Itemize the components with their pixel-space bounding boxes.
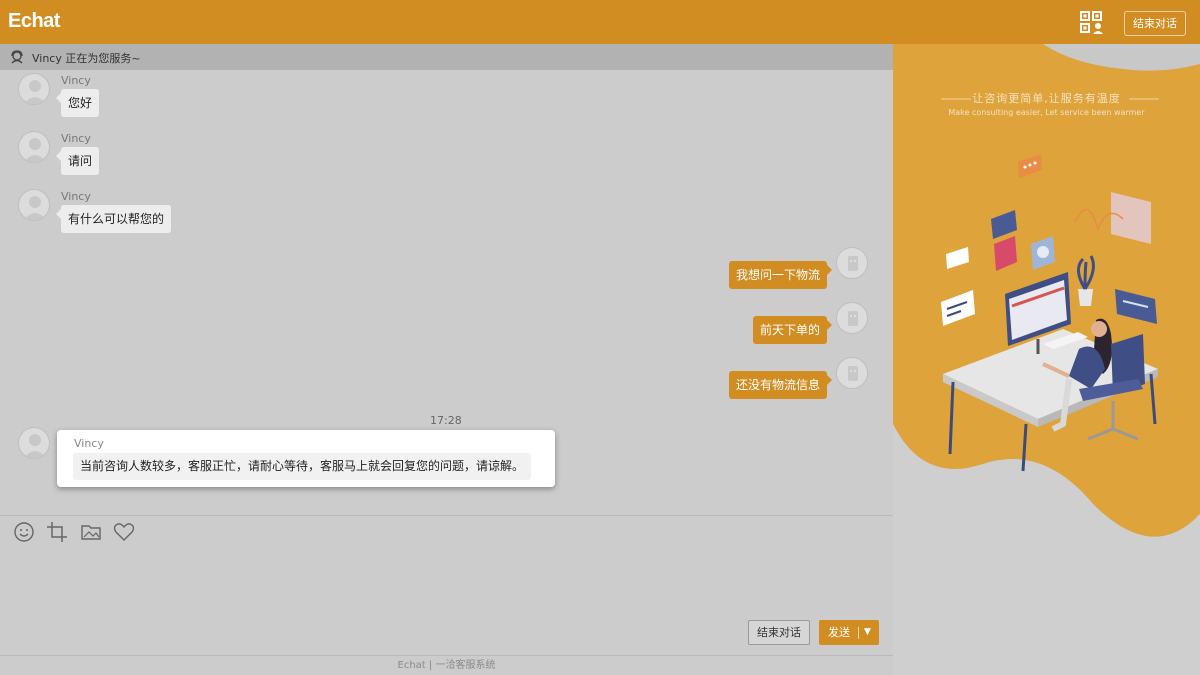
end-chat-top-button[interactable]: 结束对话 [1124,11,1186,36]
message-bubble: 当前咨询人数较多，客服正忙，请耐心等待，客服马上就会回复您的问题，请谅解。 [73,453,532,480]
user-avatar [836,247,868,279]
message-sender: Vincy [74,437,104,450]
message-sender: Vincy [61,74,91,87]
message-sender: Vincy [61,132,91,145]
send-button[interactable]: 发送 ▼ [819,620,879,645]
input-divider [0,515,893,516]
agent-avatar [18,427,50,459]
message-sender: Vincy [61,190,91,203]
user-avatar [836,357,868,389]
message-timestamp: 17:28 [430,414,462,427]
agent-headset-icon [11,50,23,64]
promo-panel: 让咨询更简单,让服务有温度 Make consulting easier, Le… [893,44,1200,675]
end-chat-button[interactable]: 结束对话 [748,620,810,645]
footer: Echat | 一洽客服系统 [0,655,893,675]
footer-text: 一洽客服系统 [435,660,496,671]
agent-avatar [18,131,50,163]
send-options-icon[interactable]: ▼ [864,620,871,645]
message-bubble: 请问 [55,147,100,175]
highlighted-message-card: Vincy 当前咨询人数较多，客服正忙，请耐心等待，客服马上就会回复您的问题，请… [57,430,555,487]
emoji-icon[interactable] [13,521,35,543]
heart-icon[interactable] [113,521,135,543]
qrcode-user-icon[interactable] [1080,11,1104,35]
top-bar: Echat 结束对话 [0,0,1200,44]
send-separator [858,627,859,639]
message-bubble: 我想问一下物流 [728,261,833,289]
promo-slogan-cn: 让咨询更简单,让服务有温度 [972,92,1121,105]
agent-avatar [18,73,50,105]
message-bubble: 您好 [55,89,100,117]
chat-panel: Vincy 正在为您服务~ Vincy 您好 Vincy 请问 Vincy 有什… [0,44,893,675]
message-bubble: 有什么可以帮您的 [55,205,172,233]
message-bubble: 还没有物流信息 [728,371,833,399]
service-status-text: Vincy 正在为您服务~ [32,52,141,65]
agent-avatar [18,189,50,221]
service-status-bar: Vincy 正在为您服务~ [0,44,893,70]
message-bubble: 前天下单的 [752,316,833,344]
send-label: 发送 [828,626,850,639]
image-folder-icon[interactable] [80,521,102,543]
promo-illustration [893,44,1200,675]
user-avatar [836,302,868,334]
echat-logo: Echat [8,10,60,32]
promo-slogan-en: Make consulting easier, Let service been… [948,108,1145,117]
crop-screenshot-icon[interactable] [46,521,68,543]
footer-brand: Echat [397,660,426,671]
